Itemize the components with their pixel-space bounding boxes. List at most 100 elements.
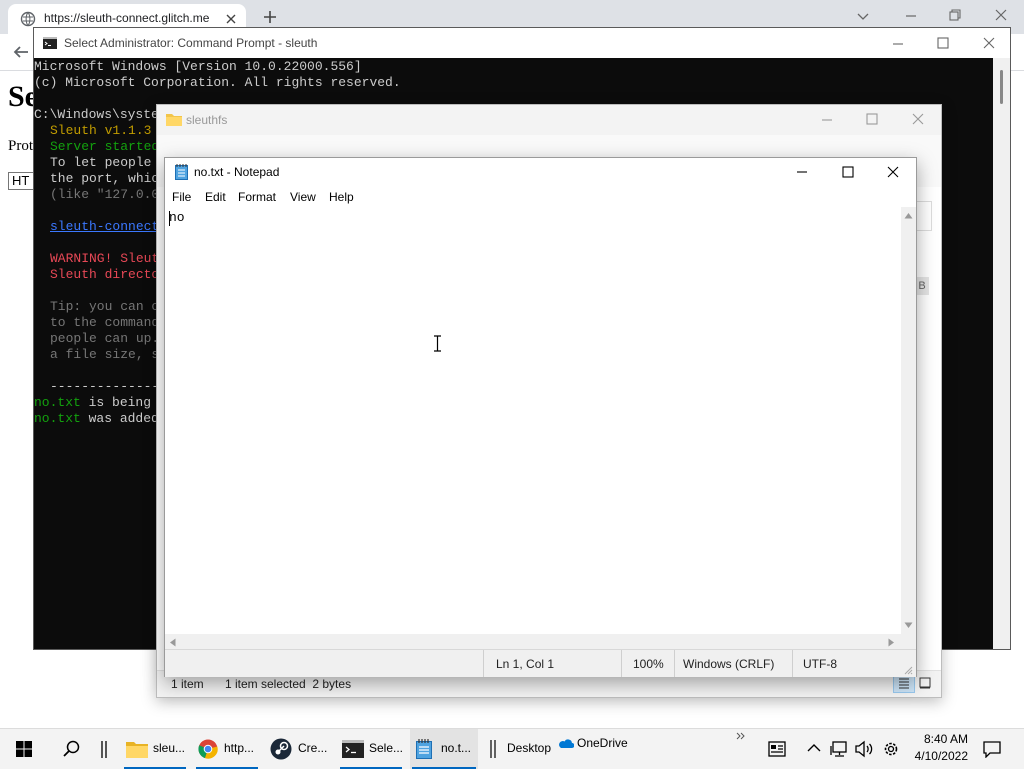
cmd-title: Select Administrator: Command Prompt - s…: [64, 36, 318, 50]
resize-grip-icon[interactable]: [904, 666, 913, 675]
explorer-close-icon[interactable]: [911, 112, 925, 126]
explorer-titlebar[interactable]: sleuthfs: [157, 105, 941, 135]
cmd-close-icon[interactable]: [982, 36, 996, 50]
clock-date[interactable]: 4/10/2022: [912, 749, 968, 763]
notepad-vertical-scrollbar[interactable]: [901, 207, 916, 634]
cmd-line-text: (like "127.0.0: [50, 187, 160, 202]
notepad-window[interactable]: no.txt - Notepad File Edit Format View H…: [164, 157, 917, 677]
notepad-maximize-button[interactable]: [825, 158, 871, 187]
cmd-output-line: C:\Windows\syste: [34, 107, 159, 123]
scroll-right-arrow-icon[interactable]: [888, 638, 895, 647]
browser-close-icon[interactable]: [994, 8, 1008, 22]
cmd-output-line: no.txt is being: [34, 395, 151, 411]
search-icon[interactable]: [63, 740, 81, 758]
taskbar-chrome[interactable]: http...: [194, 729, 260, 769]
notepad-content: no: [169, 210, 185, 225]
status-divider: [621, 650, 622, 677]
cmd-line-text: C:\Windows\syste: [34, 107, 159, 122]
menu-view[interactable]: View: [290, 190, 316, 204]
explorer-maximize-icon[interactable]: [865, 112, 879, 126]
show-hidden-icons-chevron-icon[interactable]: [807, 743, 821, 753]
site-globe-icon: [20, 11, 36, 27]
menu-file[interactable]: File: [172, 190, 191, 204]
scroll-down-arrow-icon[interactable]: [904, 622, 913, 629]
cmd-line-text: Server started: [50, 139, 160, 154]
status-divider: [674, 650, 675, 677]
taskbar-steam[interactable]: Cre...: [266, 729, 332, 769]
notepad-minimize-button[interactable]: [779, 158, 825, 187]
windows-start-icon[interactable]: [16, 741, 32, 757]
cmd-output-line: (like "127.0.0: [34, 187, 159, 203]
cmd-output-line: WARNING! Sleut: [34, 251, 159, 267]
cmd-titlebar[interactable]: Select Administrator: Command Prompt - s…: [34, 28, 1010, 58]
cmd-maximize-icon[interactable]: [936, 36, 950, 50]
taskbar-cmd[interactable]: Sele...: [338, 729, 404, 769]
cmd-line-suffix: is being: [80, 395, 152, 410]
cmd-output-line: Server started: [34, 139, 159, 155]
cmd-minimize-icon[interactable]: [891, 37, 905, 51]
task-view-icon[interactable]: [101, 741, 107, 758]
cmd-output-line: the port, whic: [34, 171, 159, 187]
desktop-toolbar-label[interactable]: Desktop: [507, 741, 551, 755]
network-icon[interactable]: [830, 740, 848, 758]
toolbar-overflow-chevron-icon[interactable]: [736, 731, 746, 741]
explorer-search-box[interactable]: [916, 201, 932, 231]
notifications-icon[interactable]: [983, 740, 1001, 758]
cmd-line-text: the port, whic: [50, 171, 160, 186]
volume-icon[interactable]: [855, 740, 873, 758]
tab-close-icon[interactable]: [224, 12, 238, 26]
scrollbar-corner: [901, 634, 916, 649]
explorer-column-header[interactable]: B: [915, 277, 929, 295]
minimize-icon: [795, 165, 809, 179]
notepad-close-button[interactable]: [870, 158, 916, 187]
clock-time[interactable]: 8:40 AM: [912, 732, 968, 746]
notepad-horizontal-scrollbar[interactable]: [165, 634, 901, 649]
cmd-line-text: WARNING! Sleut: [50, 251, 160, 266]
menu-edit[interactable]: Edit: [205, 190, 226, 204]
cmd-output-line: Sleuth v1.1.3: [34, 123, 151, 139]
browser-minimize-icon[interactable]: [904, 9, 918, 23]
taskbar-label: Cre...: [298, 741, 328, 755]
back-arrow-icon[interactable]: [12, 43, 30, 61]
notepad-menubar: File Edit Format View Help: [165, 187, 916, 207]
large-icons-view-icon[interactable]: [919, 677, 931, 689]
settings-gear-icon[interactable]: [882, 740, 900, 758]
menu-format[interactable]: Format: [238, 190, 276, 204]
notepad-text-area[interactable]: no: [165, 207, 901, 634]
explorer-title: sleuthfs: [186, 113, 228, 127]
cmd-output-line: to the command: [34, 315, 159, 331]
encoding: UTF-8: [803, 657, 837, 671]
cmd-output-line: people can up.: [34, 331, 159, 347]
new-tab-icon[interactable]: [262, 9, 278, 25]
cmd-line-text: to the command: [50, 315, 160, 330]
taskbar-label: Sele...: [369, 741, 404, 755]
taskbar-explorer[interactable]: sleu...: [122, 729, 188, 769]
onedrive-label[interactable]: OneDrive: [577, 736, 628, 750]
page-text: Prot: [8, 138, 34, 154]
explorer-minimize-icon[interactable]: [820, 113, 834, 127]
cmd-output-line: no.txt was added: [34, 411, 159, 427]
text-caret: [169, 211, 170, 226]
cmd-line-text: a file size, s: [50, 347, 160, 362]
cmd-line-text: people can up.: [50, 331, 160, 346]
scroll-up-arrow-icon[interactable]: [904, 212, 913, 219]
news-widget-icon[interactable]: [768, 741, 786, 757]
taskbar-notepad[interactable]: no.t...: [410, 729, 478, 769]
cmd-output-line: sleuth-connect: [34, 219, 159, 235]
scroll-left-arrow-icon[interactable]: [169, 638, 176, 647]
toolbar-separator-icon: [490, 740, 496, 758]
steam-icon: [270, 738, 292, 760]
cmd-scrollbar[interactable]: [993, 58, 1010, 649]
notepad-title: no.txt - Notepad: [194, 165, 280, 179]
notepad-titlebar[interactable]: no.txt - Notepad: [165, 158, 916, 187]
tab-search-chevron-icon[interactable]: [856, 9, 870, 23]
cmd-line-text: Tip: you can c: [50, 299, 160, 314]
cursor-position: Ln 1, Col 1: [496, 657, 555, 671]
cmd-scroll-thumb[interactable]: [1000, 70, 1003, 104]
cmd-line-text: Microsoft Windows [Version 10.0.22000.55…: [34, 59, 362, 74]
zoom-level: 100%: [633, 657, 664, 671]
onedrive-icon[interactable]: [557, 737, 574, 749]
cmd-output-line: Microsoft Windows [Version 10.0.22000.55…: [34, 59, 362, 75]
browser-restore-icon[interactable]: [948, 8, 962, 22]
menu-help[interactable]: Help: [329, 190, 354, 204]
